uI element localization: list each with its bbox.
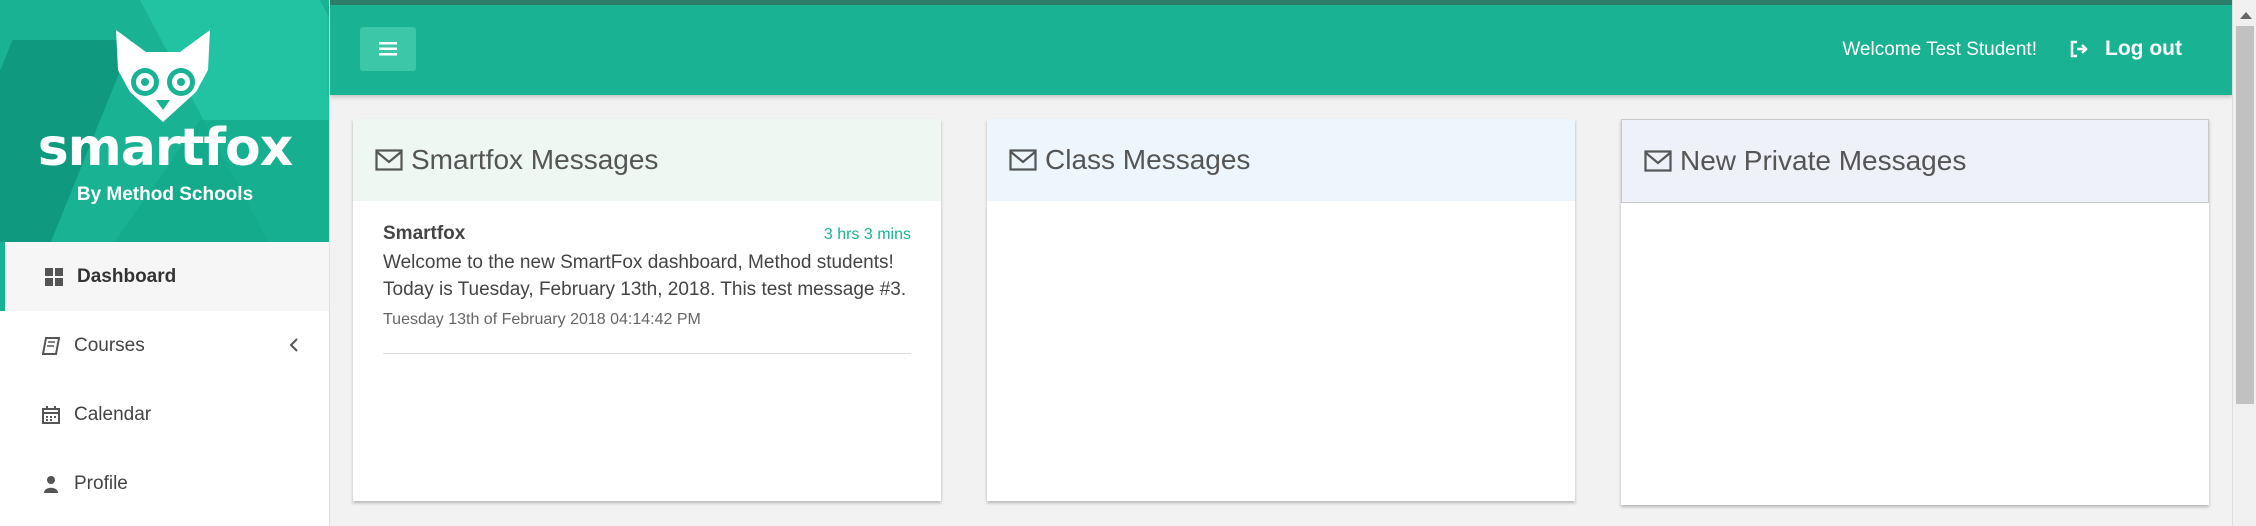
- sign-out-icon: [2070, 40, 2088, 58]
- dashboard-icon: [45, 267, 63, 286]
- sidebar-item-dashboard[interactable]: Dashboard: [0, 242, 329, 311]
- scrollbar-thumb[interactable]: [2236, 26, 2254, 404]
- message-item[interactable]: Smartfox 3 hrs 3 mins Welcome to the new…: [353, 201, 941, 354]
- brand-subtitle: By Method Schools: [76, 184, 254, 205]
- brand-banner: smartfox By Method Schools: [0, 0, 329, 242]
- scroll-up-arrow-icon[interactable]: [2240, 12, 2252, 19]
- sidebar-item-label: Profile: [74, 472, 128, 494]
- logout-label: Log out: [2105, 37, 2182, 60]
- panel-header: Class Messages: [987, 119, 1575, 201]
- panel-title: Class Messages: [1045, 144, 1251, 175]
- top-bar: Welcome Test Student! Log out: [330, 5, 2232, 95]
- book-icon: [42, 336, 60, 355]
- message-date: Tuesday 13th of February 2018 04:14:42 P…: [383, 311, 701, 328]
- vertical-scrollbar[interactable]: [2232, 0, 2256, 526]
- chevron-left-icon[interactable]: [287, 335, 301, 355]
- welcome-text: Welcome Test Student!: [1842, 39, 2037, 60]
- fox-logo-icon: [116, 30, 210, 122]
- message-divider: [383, 353, 911, 354]
- panel-header: Smartfox Messages: [353, 119, 941, 201]
- panel-title: Smartfox Messages: [411, 144, 659, 175]
- panel-title: New Private Messages: [1680, 145, 1967, 176]
- message-body: Welcome to the new SmartFox dashboard, M…: [383, 252, 907, 300]
- sidebar-item-profile[interactable]: Profile: [0, 449, 329, 518]
- sidebar-item-courses[interactable]: Courses: [0, 311, 329, 380]
- calendar-icon: [42, 405, 60, 424]
- envelope-icon: [1009, 149, 1037, 171]
- envelope-icon: [1644, 150, 1672, 172]
- sidebar-nav: Dashboard Courses Calendar Profile: [0, 242, 329, 518]
- panel-header: New Private Messages: [1621, 119, 2209, 203]
- brand-name: smartfox: [37, 118, 294, 178]
- sidebar-item-label: Dashboard: [77, 265, 177, 287]
- user-icon: [42, 475, 60, 493]
- private-messages-panel: New Private Messages: [1621, 119, 2209, 505]
- smartfox-messages-panel: Smartfox Messages Smartfox 3 hrs 3 mins …: [353, 119, 941, 501]
- sidebar: smartfox By Method Schools Dashboard Cou…: [0, 0, 330, 526]
- class-messages-panel: Class Messages: [987, 119, 1575, 501]
- logout-button[interactable]: Log out: [2069, 37, 2182, 61]
- envelope-icon: [375, 149, 403, 171]
- message-age: 3 hrs 3 mins: [823, 226, 911, 243]
- sidebar-item-label: Calendar: [74, 403, 152, 425]
- message-sender: Smartfox: [383, 223, 466, 244]
- sidebar-item-label: Courses: [74, 334, 145, 356]
- hamburger-icon: [379, 42, 397, 56]
- sidebar-item-calendar[interactable]: Calendar: [0, 380, 329, 449]
- menu-toggle-button[interactable]: [360, 27, 416, 71]
